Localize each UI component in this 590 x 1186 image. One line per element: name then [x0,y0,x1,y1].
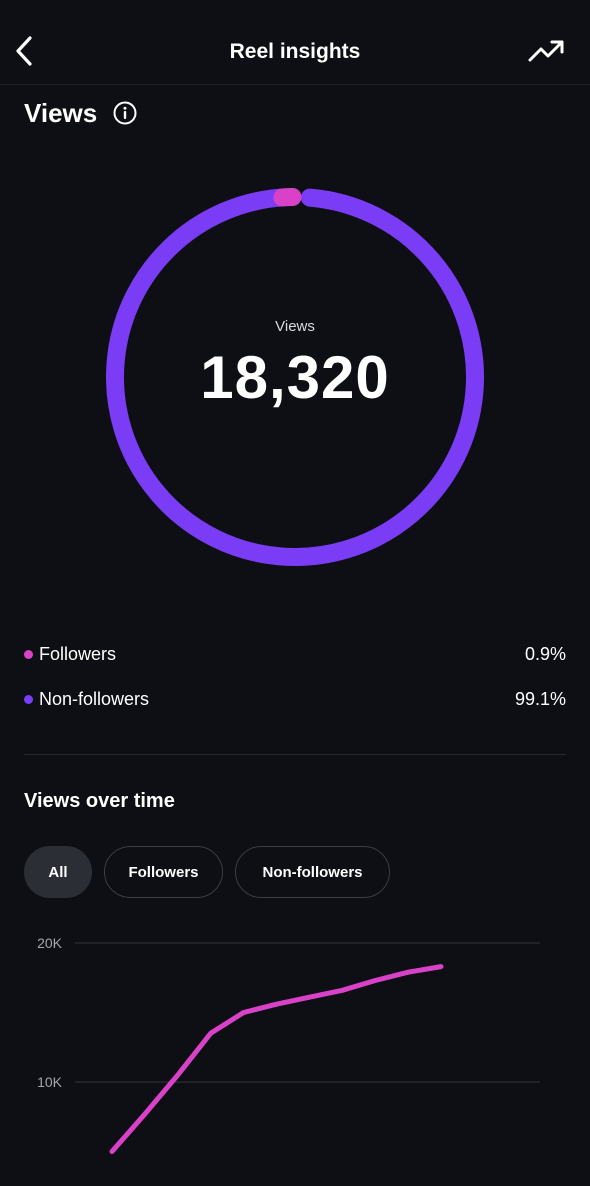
legend-label: Non-followers [39,689,150,709]
legend-item-followers: Followers 0.9% [24,642,566,666]
legend-item-non-followers: Non-followers 99.1% [24,687,566,711]
y-tick-label: 20K [37,935,63,951]
non-followers-dot [24,695,33,704]
info-icon[interactable] [112,100,138,126]
legend-label: Followers [39,644,117,664]
views-over-time-title: Views over time [24,790,175,812]
page-title: Reel insights [229,40,361,63]
y-tick-label: 10K [37,1074,63,1090]
views-over-time-chart: 20K 10K [37,935,540,1154]
views-heading: Views [24,98,98,128]
filter-chip-all[interactable]: All [24,846,92,898]
legend-value: 0.9% [524,644,566,664]
filter-chip-non-followers[interactable]: Non-followers [235,846,390,898]
followers-dot [24,650,33,659]
divider [24,754,566,755]
series-line-views [109,964,444,1154]
trending-up-icon[interactable] [526,36,568,66]
views-total: 18,320 [200,344,390,411]
ring-label: Views [275,318,315,335]
legend-value: 99.1% [514,689,566,709]
filter-chip-followers[interactable]: Followers [104,846,223,898]
top-bar: Reel insights [0,0,590,85]
